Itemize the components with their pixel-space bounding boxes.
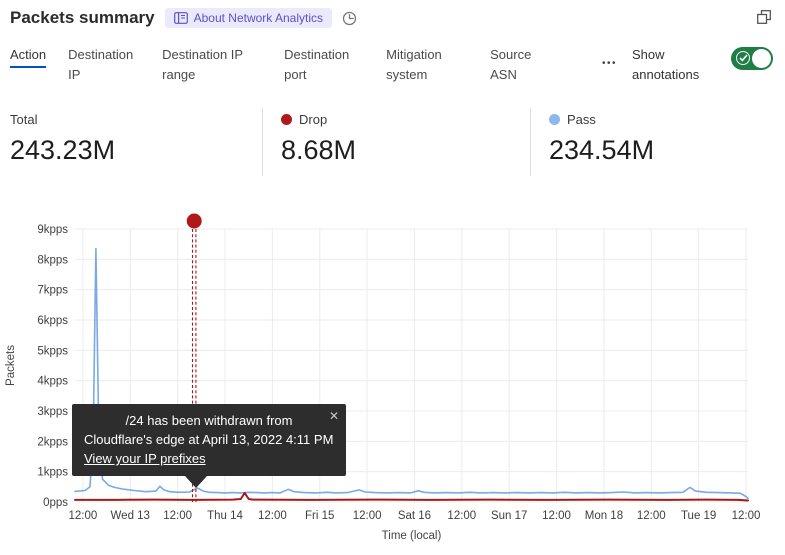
x-tick-label: Wed 13 [111, 510, 150, 522]
y-tick-label: 9kpps [37, 224, 68, 236]
view-ip-prefixes-link[interactable]: View your IP prefixes [84, 449, 206, 468]
x-tick-label: 12:00 [637, 510, 666, 522]
y-axis-title: Packets [5, 345, 17, 386]
page-title: Packets summary [10, 8, 155, 28]
toggle-knob [752, 49, 771, 68]
y-tick-label: 2kpps [37, 436, 68, 448]
packets-time-series-chart: 0pps 1kpps 2kpps 3kpps 4kpps 5kpps 6kpps 7kpps 8… [0, 205, 785, 555]
more-tabs-icon[interactable]: ••• [602, 58, 617, 69]
y-tick-label: 6kpps [37, 315, 68, 327]
stat-drop-label: Drop [299, 112, 327, 127]
tabs-right-group: ••• Show annotations [602, 45, 773, 84]
packets-summary-widget: Packets summary About Network Analytics … [0, 0, 785, 555]
tab-source-asn[interactable]: Source ASN [490, 45, 544, 84]
stat-drop-value: 8.68M [281, 135, 530, 166]
y-tick-label: 7kpps [37, 285, 68, 297]
tooltip-arrow [185, 476, 207, 488]
time-icon[interactable] [342, 11, 357, 26]
x-tick-label: Sun 17 [491, 510, 527, 522]
show-annotations-label: Show annotations [632, 45, 716, 84]
close-icon[interactable]: ✕ [329, 407, 339, 426]
y-tick-label: 0pps [43, 497, 68, 509]
chart-svg: 0pps 1kpps 2kpps 3kpps 4kpps 5kpps 6kpps 7kpps 8… [0, 205, 785, 555]
x-tick-label: 12:00 [447, 510, 476, 522]
x-tick-label: 12:00 [732, 510, 761, 522]
x-tick-label: 12:00 [69, 510, 98, 522]
tab-mitigation-system[interactable]: Mitigation system [386, 45, 468, 84]
x-axis-title: Time (local) [382, 530, 442, 542]
tooltip-line1: /24 has been withdrawn from [84, 411, 334, 430]
stat-pass-label: Pass [567, 112, 596, 127]
stat-pass-value: 234.54M [549, 135, 785, 166]
drop-dot [281, 114, 292, 125]
tooltip-line2: Cloudflare's edge at April 13, 2022 4:11… [84, 430, 334, 449]
stat-total: Total 243.23M [0, 108, 262, 176]
x-tick-label: Sat 16 [398, 510, 431, 522]
stat-drop: Drop 8.68M [262, 108, 530, 176]
drop-series-line [75, 493, 748, 501]
tab-destination-port[interactable]: Destination port [284, 45, 364, 84]
tab-destination-ip[interactable]: Destination IP [68, 45, 140, 84]
about-network-analytics-badge[interactable]: About Network Analytics [165, 8, 332, 28]
y-tick-label: 5kpps [37, 345, 68, 357]
x-tick-label: 12:00 [258, 510, 287, 522]
stat-total-value: 243.23M [10, 135, 262, 166]
stat-total-label: Total [10, 112, 37, 127]
expand-icon[interactable] [757, 10, 771, 24]
show-annotations-toggle[interactable] [731, 47, 773, 70]
tab-action[interactable]: Action [10, 45, 46, 65]
stat-pass: Pass 234.54M [530, 108, 785, 176]
x-tick-label: Tue 19 [681, 510, 716, 522]
y-tick-label: 1kpps [37, 467, 68, 479]
x-tick-label: 12:00 [353, 510, 382, 522]
annotation-tooltip: ✕ /24 has been withdrawn from Cloudflare… [72, 404, 346, 476]
stats-row: Total 243.23M Drop 8.68M Pass 234.54M [0, 108, 785, 176]
header: Packets summary About Network Analytics [10, 8, 775, 28]
dimension-tabs: Action Destination IP Destination IP ran… [10, 45, 773, 84]
book-icon [174, 12, 188, 24]
y-tick-label: 3kpps [37, 406, 68, 418]
x-tick-label: Thu 14 [207, 510, 243, 522]
y-tick-label: 8kpps [37, 254, 68, 266]
x-tick-label: 12:00 [542, 510, 571, 522]
pass-dot [549, 114, 560, 125]
annotation-marker[interactable] [187, 214, 202, 229]
y-tick-label: 4kpps [37, 376, 68, 388]
check-icon [736, 51, 750, 65]
x-tick-label: Fri 15 [305, 510, 334, 522]
badge-label: About Network Analytics [194, 12, 323, 24]
x-tick-label: Mon 18 [585, 510, 623, 522]
x-tick-label: 12:00 [163, 510, 192, 522]
tab-destination-ip-range[interactable]: Destination IP range [162, 45, 262, 84]
